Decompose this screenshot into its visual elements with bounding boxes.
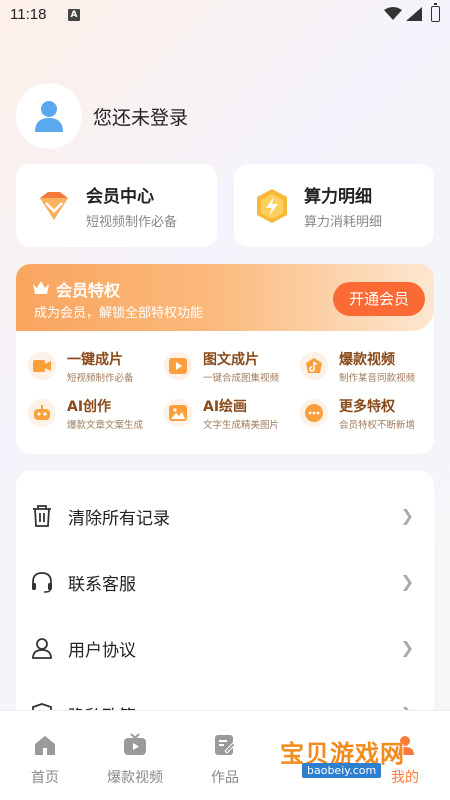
user-icon xyxy=(32,638,52,659)
tab-label: 作品 xyxy=(211,770,239,786)
feature-title: AI绘画 xyxy=(203,399,248,415)
chevron-right-icon: ❯ xyxy=(400,572,414,591)
vip-center-card[interactable]: 会员中心 短视频制作必备 xyxy=(16,164,217,247)
open-vip-button[interactable]: 开通会员 xyxy=(333,282,425,316)
robot-icon xyxy=(34,405,50,420)
headset-icon xyxy=(32,572,52,593)
privilege-title: 会员特权 xyxy=(56,281,121,300)
feature-title: 一键成片 xyxy=(67,352,123,368)
feature-subtitle: 爆款文章文案生成 xyxy=(67,420,144,431)
vip-privilege-panel: 会员特权 成为会员，解锁全部特权功能 开通会员 一键成片 短视频制作必备 图文成… xyxy=(16,264,434,454)
menu-item-label: 清除所有记录 xyxy=(68,509,170,529)
feature-title: 爆款视频 xyxy=(339,352,395,368)
image-icon xyxy=(169,405,187,421)
feature-subtitle: 一键合成图集视频 xyxy=(203,373,280,384)
tv-icon xyxy=(124,733,146,755)
feature-title: AI创作 xyxy=(67,399,112,415)
status-bar: 11:18 A xyxy=(0,0,450,30)
chevron-right-icon: ❯ xyxy=(400,506,414,525)
home-icon xyxy=(35,736,55,755)
user-avatar-icon xyxy=(35,101,63,132)
vip-card-subtitle: 短视频制作必备 xyxy=(86,215,178,230)
privilege-header: 会员特权 成为会员，解锁全部特权功能 开通会员 xyxy=(16,264,434,331)
power-card-subtitle: 算力消耗明细 xyxy=(304,215,383,230)
tiktok-icon xyxy=(306,358,322,373)
avatar[interactable] xyxy=(16,83,82,149)
vip-card-title: 会员中心 xyxy=(86,187,154,207)
edit-doc-icon xyxy=(215,735,236,755)
login-prompt[interactable]: 您还未登录 xyxy=(93,103,188,130)
crown-icon xyxy=(33,281,49,294)
feature-hot-video[interactable]: 爆款视频 制作某音同款视频 xyxy=(288,346,423,390)
chevron-right-icon: ❯ xyxy=(400,638,414,657)
feature-title: 更多特权 xyxy=(339,399,395,415)
feature-subtitle: 文字生成精美图片 xyxy=(203,420,280,431)
tab-works[interactable]: 作品 xyxy=(180,733,270,787)
tab-home[interactable]: 首页 xyxy=(0,733,90,787)
status-time: 11:18 xyxy=(10,6,47,23)
signal-icon xyxy=(406,7,422,21)
menu-item-user-agreement[interactable]: 用户协议 ❯ xyxy=(16,615,434,681)
more-dots-icon xyxy=(305,404,323,422)
feature-subtitle: 短视频制作必备 xyxy=(67,373,134,384)
menu-item-label: 用户协议 xyxy=(68,641,136,661)
play-film-icon xyxy=(169,358,187,374)
tab-hot-video[interactable]: 爆款视频 xyxy=(90,733,180,787)
notification-a-icon: A xyxy=(68,9,80,21)
trash-icon xyxy=(33,505,51,527)
battery-icon xyxy=(431,3,440,22)
privilege-subtitle: 成为会员，解锁全部特权功能 xyxy=(34,306,204,321)
tab-label: 首页 xyxy=(31,770,59,786)
feature-ai-painting[interactable]: AI绘画 文字生成精美图片 xyxy=(152,393,287,437)
video-camera-icon xyxy=(33,360,51,372)
feature-subtitle: 制作某音同款视频 xyxy=(339,373,416,384)
feature-one-click-video[interactable]: 一键成片 短视频制作必备 xyxy=(16,346,151,390)
feature-image-text-video[interactable]: 图文成片 一键合成图集视频 xyxy=(152,346,287,390)
feature-more-privileges[interactable]: 更多特权 会员特权不断新增 xyxy=(288,393,423,437)
feature-ai-writing[interactable]: AI创作 爆款文章文案生成 xyxy=(16,393,151,437)
feature-subtitle: 会员特权不断新增 xyxy=(339,420,416,431)
watermark-logo: 宝贝游戏网 baobeiy.com xyxy=(280,712,430,792)
watermark-url: baobeiy.com xyxy=(302,763,382,778)
feature-title: 图文成片 xyxy=(203,352,259,368)
menu-item-clear-records[interactable]: 清除所有记录 ❯ xyxy=(16,483,434,549)
tab-label: 爆款视频 xyxy=(107,770,163,786)
menu-item-contact-support[interactable]: 联系客服 ❯ xyxy=(16,549,434,615)
profile-header[interactable]: 您还未登录 xyxy=(16,83,188,149)
lightning-hexagon-icon xyxy=(257,189,287,223)
menu-item-label: 联系客服 xyxy=(68,575,136,595)
settings-menu: 清除所有记录 ❯ 联系客服 ❯ 用户协议 ❯ 隐私政策 ❯ xyxy=(16,471,434,731)
power-card-title: 算力明细 xyxy=(304,187,372,207)
wifi-icon xyxy=(384,7,402,20)
diamond-icon xyxy=(40,192,68,220)
power-detail-card[interactable]: 算力明细 算力消耗明细 xyxy=(234,164,434,247)
